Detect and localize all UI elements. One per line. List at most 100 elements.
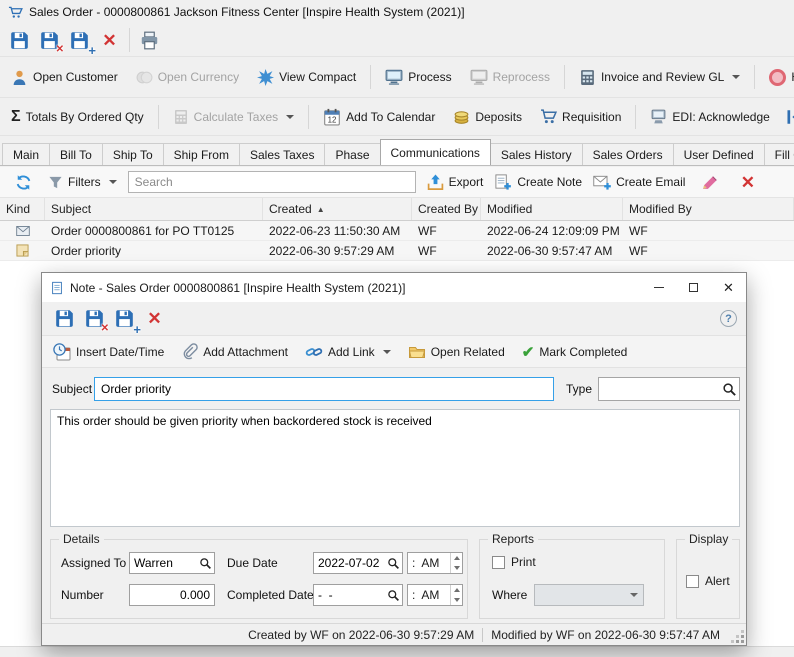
add-link-button[interactable]: Add Link bbox=[305, 343, 391, 361]
column-header-created-by[interactable]: Created By bbox=[412, 198, 481, 220]
tab-bill-to[interactable]: Bill To bbox=[49, 143, 103, 165]
filters-button[interactable]: Filters bbox=[48, 175, 117, 190]
tab-phase[interactable]: Phase bbox=[324, 143, 381, 165]
table-row[interactable]: Order 0000800861 for PO TT0125 2022-06-2… bbox=[0, 221, 794, 241]
maximize-button[interactable] bbox=[676, 273, 711, 302]
completed-date-input[interactable] bbox=[314, 588, 385, 602]
cell-created: 2022-06-23 11:50:30 AM bbox=[269, 223, 401, 238]
search-input[interactable] bbox=[127, 171, 416, 193]
print-checkbox[interactable] bbox=[492, 555, 505, 569]
mark-completed-button[interactable]: ✔ Mark Completed bbox=[522, 343, 628, 361]
hold-button[interactable]: Hold bbox=[762, 65, 794, 90]
dialog-save-new-button[interactable]: + bbox=[111, 306, 141, 336]
save-button[interactable] bbox=[6, 27, 33, 53]
add-to-calendar-button[interactable]: 12 Add To Calendar bbox=[316, 104, 442, 130]
delete-icon: ✕ bbox=[740, 172, 756, 192]
dialog-delete-button[interactable]: ✕ bbox=[141, 306, 168, 332]
reprocess-label: Reprocess bbox=[492, 70, 550, 84]
save-close-button[interactable]: ✕ bbox=[36, 27, 64, 55]
assigned-to-input[interactable] bbox=[130, 556, 197, 570]
number-input[interactable] bbox=[130, 588, 214, 602]
completed-time-spinner[interactable] bbox=[450, 585, 462, 605]
column-header-subject[interactable]: Subject bbox=[45, 198, 263, 220]
tab-fill-order[interactable]: Fill Order bbox=[763, 143, 794, 165]
sort-asc-icon: ▲ bbox=[316, 204, 325, 214]
dialog-save-close-button[interactable]: ✕ bbox=[81, 306, 109, 333]
tab-user-defined[interactable]: User Defined bbox=[672, 143, 765, 165]
deposits-button[interactable]: Deposits bbox=[446, 104, 529, 129]
column-header-kind[interactable]: Kind bbox=[0, 198, 45, 220]
tab-sales-taxes[interactable]: Sales Taxes bbox=[238, 143, 326, 165]
requisition-button[interactable]: Requisition bbox=[533, 104, 628, 129]
delete-order-button[interactable]: ✕ bbox=[96, 27, 123, 53]
totals-label: Totals By Ordered Qty bbox=[25, 109, 144, 124]
assigned-to-search-icon[interactable] bbox=[197, 557, 214, 570]
plus-badge: + bbox=[133, 321, 141, 337]
alert-label: Alert bbox=[705, 574, 730, 588]
completed-time-value[interactable]: : AM bbox=[408, 585, 450, 605]
due-time-value[interactable]: : AM bbox=[408, 553, 450, 573]
view-compact-button[interactable]: View Compact bbox=[250, 65, 363, 90]
process-button[interactable]: Process bbox=[378, 64, 458, 90]
reprocess-icon bbox=[470, 68, 488, 86]
due-time-spinner[interactable] bbox=[450, 553, 462, 573]
cell-subject: Order 0000800861 for PO TT0125 bbox=[51, 223, 235, 238]
export-label: Export bbox=[448, 175, 484, 189]
close-button[interactable]: ✕ bbox=[711, 273, 746, 302]
completed-time-field: : AM bbox=[407, 584, 463, 606]
subject-input[interactable] bbox=[94, 377, 554, 401]
edi-acknowledge-button[interactable]: EDI: Acknowledge bbox=[643, 104, 776, 129]
deposits-icon bbox=[453, 108, 470, 125]
column-header-modified[interactable]: Modified bbox=[481, 198, 623, 220]
alert-checkbox[interactable] bbox=[686, 574, 699, 588]
create-note-button[interactable]: Create Note bbox=[494, 173, 582, 191]
cell-modified-by: WF bbox=[629, 243, 648, 258]
edit-note-button[interactable] bbox=[696, 169, 723, 195]
due-date-search-icon[interactable] bbox=[385, 557, 402, 570]
dialog-statusbar: Created by WF on 2022-06-30 9:57:29 AM M… bbox=[42, 623, 746, 645]
delete-icon: ✕ bbox=[102, 30, 117, 50]
resize-grip[interactable] bbox=[741, 640, 744, 643]
first-record-icon bbox=[785, 108, 794, 126]
export-button[interactable]: Export bbox=[427, 174, 484, 191]
add-attachment-button[interactable]: Add Attachment bbox=[181, 343, 288, 360]
completed-date-search-icon[interactable] bbox=[385, 589, 402, 602]
tab-main[interactable]: Main bbox=[2, 143, 51, 165]
first-record-button[interactable] bbox=[781, 104, 794, 130]
due-time-field: : AM bbox=[407, 552, 463, 574]
print-button[interactable] bbox=[136, 27, 163, 53]
minimize-button[interactable] bbox=[641, 273, 676, 302]
tab-sales-history[interactable]: Sales History bbox=[489, 143, 583, 165]
assigned-to-lookup bbox=[129, 552, 215, 574]
column-header-created[interactable]: Created ▲ bbox=[263, 198, 412, 220]
create-note-icon bbox=[494, 173, 512, 191]
open-related-button[interactable]: Open Related bbox=[408, 343, 505, 361]
table-row[interactable]: Order priority 2022-06-30 9:57:29 AM WF … bbox=[0, 241, 794, 261]
type-input[interactable] bbox=[599, 382, 719, 396]
column-header-modified-by[interactable]: Modified By bbox=[623, 198, 794, 220]
due-date-input[interactable] bbox=[314, 556, 385, 570]
toolbar-separator bbox=[157, 104, 159, 129]
save-new-button[interactable]: + bbox=[66, 27, 96, 57]
insert-datetime-button[interactable]: Insert Date/Time bbox=[53, 342, 164, 361]
currency-icon bbox=[136, 69, 153, 86]
tab-ship-from[interactable]: Ship From bbox=[162, 143, 240, 165]
note-body-textarea[interactable]: This order should be given priority when… bbox=[50, 409, 740, 527]
cell-created-by: WF bbox=[418, 223, 437, 238]
completed-date-lookup bbox=[313, 584, 403, 606]
tab-sales-orders[interactable]: Sales Orders bbox=[581, 143, 674, 165]
invoice-review-gl-label: Invoice and Review GL bbox=[600, 70, 725, 84]
dialog-save-button[interactable] bbox=[51, 306, 78, 332]
help-button[interactable]: ? bbox=[720, 310, 737, 327]
display-legend: Display bbox=[685, 532, 733, 546]
tab-ship-to[interactable]: Ship To bbox=[101, 143, 164, 165]
totals-by-ordered-qty-button[interactable]: Σ Totals By Ordered Qty bbox=[4, 104, 151, 130]
tab-communications[interactable]: Communications bbox=[379, 139, 491, 165]
delete-note-button[interactable]: ✕ bbox=[734, 169, 761, 195]
invoice-review-gl-button[interactable]: Invoice and Review GL bbox=[572, 65, 747, 90]
open-customer-button[interactable]: Open Customer bbox=[4, 65, 125, 90]
type-search-icon[interactable] bbox=[719, 382, 739, 397]
refresh-button[interactable] bbox=[10, 169, 37, 195]
create-email-button[interactable]: Create Email bbox=[593, 173, 685, 191]
sales-order-icon bbox=[8, 5, 23, 20]
